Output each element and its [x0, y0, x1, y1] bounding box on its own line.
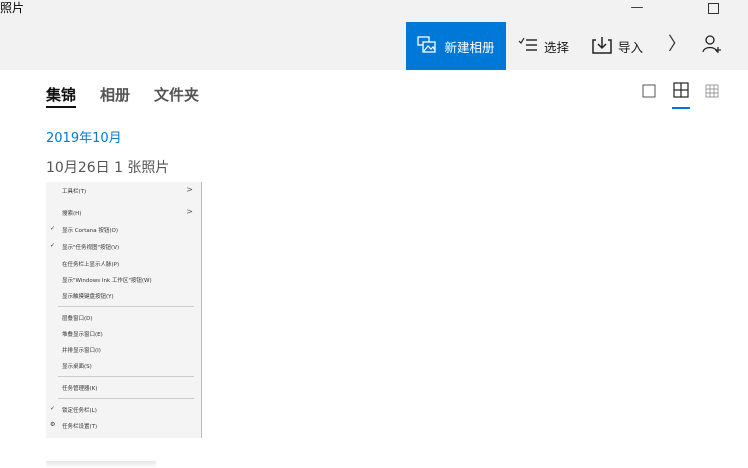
menu-item-label: 层叠窗口(D): [62, 316, 93, 322]
menu-separator: [58, 306, 194, 307]
nine-grid-icon: [705, 83, 719, 102]
select-list-icon: [518, 37, 538, 56]
menu-item-label: 锁定任务栏(L): [62, 408, 97, 414]
import-button[interactable]: 导入: [592, 22, 643, 70]
tab-albums[interactable]: 相册: [100, 84, 130, 105]
new-album-button[interactable]: 新建相册: [406, 22, 506, 70]
menu-item-label: 堆叠显示窗口(E): [62, 332, 103, 338]
menu-item-label: 任务管理器(K): [62, 386, 98, 392]
import-icon: [592, 36, 612, 57]
small-tiles-view-button[interactable]: [703, 83, 721, 101]
menu-separator: [58, 376, 194, 377]
import-label: 导入: [618, 39, 644, 55]
submenu-arrow-icon: >: [186, 207, 193, 216]
menu-item-label: 显示"Windows Ink 工作区"按钮(W): [62, 278, 152, 284]
menu-item-label: 并排显示窗口(I): [62, 348, 101, 354]
single-square-icon: [642, 83, 656, 102]
new-album-label: 新建相册: [444, 39, 495, 55]
select-label: 选择: [544, 39, 570, 55]
menu-item-label: 显示"任务视图"按钮(V): [62, 245, 120, 251]
medium-tiles-view-button[interactable]: [672, 82, 690, 109]
large-tiles-view-button[interactable]: [640, 83, 658, 101]
select-button[interactable]: 选择: [518, 22, 569, 70]
maximize-icon: [707, 3, 719, 14]
menu-item-label: 显示 Cortana 按钮(O): [62, 228, 118, 234]
next-icon[interactable]: 〉: [668, 22, 686, 70]
menu-item-label: 搜索(H): [62, 211, 82, 217]
next-group-heading-partial: [46, 461, 156, 467]
minimize-button[interactable]: —: [614, 0, 660, 18]
maximize-button[interactable]: [690, 0, 736, 18]
four-grid-icon: [673, 82, 689, 102]
month-heading[interactable]: 2019年10月: [46, 127, 122, 146]
menu-item-label: 任务栏设置(T): [62, 424, 98, 430]
menu-item-label: 显示触摸键盘按钮(Y): [62, 294, 114, 300]
photo-thumbnail[interactable]: 工具栏(T) > 搜索(H) > ✓ 显示 Cortana 按钮(O) ✓ 显示…: [46, 182, 202, 438]
tab-collection[interactable]: 集锦: [46, 84, 77, 108]
tab-folders[interactable]: 文件夹: [154, 84, 199, 105]
submenu-arrow-icon: >: [186, 185, 193, 194]
people-button[interactable]: [702, 22, 722, 70]
menu-item-label: 在任务栏上显示人脉(P): [62, 262, 120, 268]
gear-icon: ⚙: [50, 421, 56, 428]
menu-item-label: 显示桌面(S): [62, 364, 92, 370]
new-album-icon: [417, 35, 437, 57]
check-icon: ✓: [50, 225, 56, 232]
menu-item-label: 工具栏(T): [62, 189, 87, 195]
add-person-icon: [702, 34, 722, 58]
date-group-heading: 10月26日 1 张照片: [46, 160, 170, 176]
app-title: 照片: [0, 1, 25, 15]
check-icon: ✓: [50, 405, 56, 412]
menu-separator: [58, 398, 194, 399]
check-icon: ✓: [50, 242, 56, 249]
